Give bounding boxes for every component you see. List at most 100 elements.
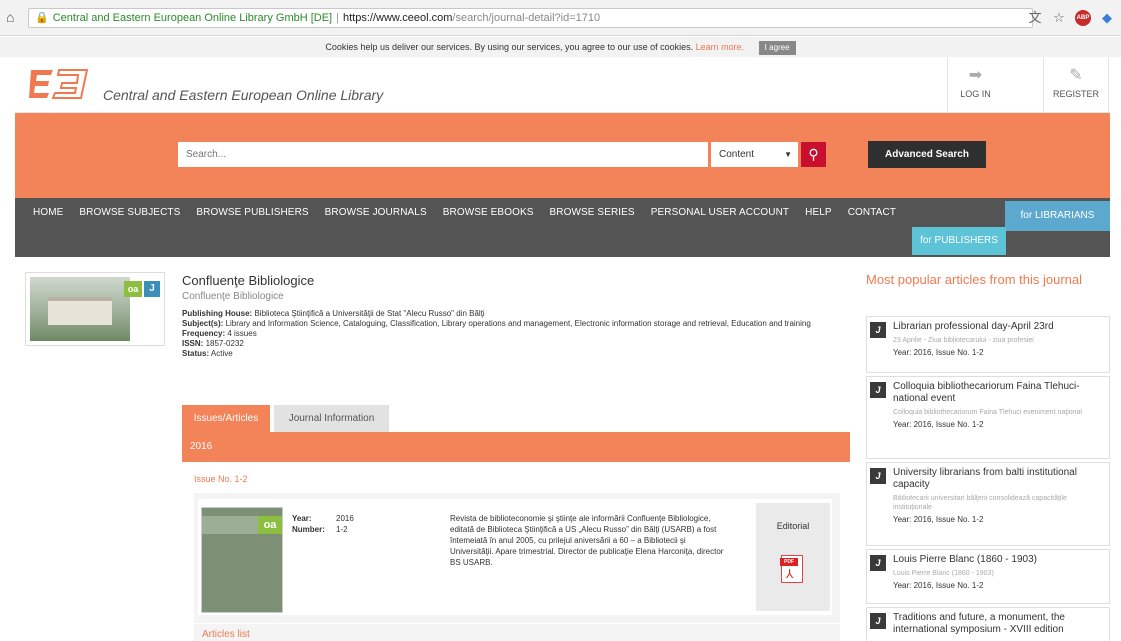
journal-subtitle: Confluenţe Bibliologice xyxy=(182,291,284,302)
popular-article-title[interactable]: Librarian professional day-April 23rd xyxy=(893,321,1105,333)
popular-article-subtitle: Bibliotecarii universitari bălţeni conso… xyxy=(893,495,1067,511)
pdf-icon[interactable]: PDF ⅄ xyxy=(780,555,803,583)
site-name: Central and Eastern European Online Libr… xyxy=(103,87,384,103)
issue-link[interactable]: Issue No. 1-2 xyxy=(194,474,248,484)
issue-panel: oa Year: 2016 Number: 1-2 Revista de bibli… xyxy=(194,493,840,623)
subjects-value: Library and Information Science, Catalog… xyxy=(225,319,811,328)
acrobat-icon: ⅄ xyxy=(786,567,794,581)
cookie-learn-more-link[interactable]: Learn more. xyxy=(696,42,745,52)
popular-article-title[interactable]: Louis Pierre Blanc (1860 - 1903) xyxy=(893,554,1105,566)
login-icon: ➡ xyxy=(968,67,983,84)
journal-thumbnail: oa J xyxy=(25,272,165,346)
popular-article-subtitle: Colloquia bibliothecariorum Faina Tlehuc… xyxy=(893,409,1082,416)
url-path: /search/journal-detail?id=1710 xyxy=(452,12,601,24)
edit-icon: ✎ xyxy=(1069,67,1083,84)
login-label: LOG IN xyxy=(960,89,991,99)
main-navigation: HOME BROWSE SUBJECTS BROWSE PUBLISHERS B… xyxy=(15,198,1110,257)
issue-fields: Year: 2016 Number: 1-2 xyxy=(292,513,354,535)
nav-browse-publishers[interactable]: BROWSE PUBLISHERS xyxy=(188,198,316,228)
register-label: REGISTER xyxy=(1052,89,1099,99)
nav-personal-account[interactable]: PERSONAL USER ACCOUNT xyxy=(643,198,797,228)
site-header: Central and Eastern European Online Libr… xyxy=(15,57,1110,113)
login-button[interactable]: ➡ LOG IN xyxy=(947,57,1003,113)
nav-contact[interactable]: CONTACT xyxy=(840,198,904,228)
status-value: Active xyxy=(210,349,233,358)
search-scope-select[interactable]: Content ▼ xyxy=(711,142,798,167)
publishing-house-label: Publishing House: xyxy=(182,309,253,318)
journal-article-icon: J xyxy=(870,613,886,629)
popular-article-subtitle: Louis Pierre Blanc (1860 - 1903) xyxy=(893,570,994,577)
search-icon: ⚲ xyxy=(808,146,819,162)
address-separator: | xyxy=(336,12,339,24)
chevron-down-icon: ▼ xyxy=(784,150,792,159)
tab-issues-articles[interactable]: Issues/Articles xyxy=(182,405,270,432)
for-publishers-button[interactable]: for PUBLISHERS xyxy=(912,227,1006,255)
editorial-download[interactable]: Editorial PDF ⅄ xyxy=(756,503,830,611)
popular-article[interactable]: J University librarians from balti insti… xyxy=(866,462,1110,546)
frequency-label: Frequency: xyxy=(182,329,226,338)
popular-article[interactable]: J Colloquia bibliothecariorum Faina Tleh… xyxy=(866,376,1110,459)
popular-article-title[interactable]: Colloquia bibliothecariorum Faina Tlehuc… xyxy=(893,381,1105,405)
subjects-label: Subject(s): xyxy=(182,319,224,328)
popular-article-year: Year: 2016, Issue No. 1-2 xyxy=(893,420,984,429)
nav-help[interactable]: HELP xyxy=(797,198,840,228)
cookie-text: Cookies help us deliver our services. By… xyxy=(325,42,694,52)
adblock-icon[interactable]: ABP xyxy=(1075,10,1091,26)
nav-items: HOME BROWSE SUBJECTS BROWSE PUBLISHERS B… xyxy=(15,198,904,228)
journal-article-icon: J xyxy=(870,468,886,484)
popular-article-year: Year: 2016, Issue No. 1-2 xyxy=(893,515,984,524)
nav-browse-series[interactable]: BROWSE SERIES xyxy=(542,198,643,228)
address-bar[interactable]: 🔒 Central and Eastern European Online Lib… xyxy=(28,8,1033,28)
year-header[interactable]: 2016 xyxy=(182,432,850,462)
publishing-house-value[interactable]: Biblioteca Ştiinţifică a Universităţii d… xyxy=(254,309,484,318)
pdf-tag: PDF xyxy=(780,558,798,566)
extension-icon[interactable]: ◆ xyxy=(1099,10,1115,26)
journal-article-icon: J xyxy=(870,555,886,571)
popular-article-title[interactable]: University librarians from balti institu… xyxy=(893,467,1105,491)
search-scope-value: Content xyxy=(719,149,755,160)
nav-browse-subjects[interactable]: BROWSE SUBJECTS xyxy=(71,198,188,228)
issn-value: 1857-0232 xyxy=(205,339,244,348)
browser-toolbar: ⌂ 🔒 Central and Eastern European Online L… xyxy=(0,0,1121,36)
nav-browse-journals[interactable]: BROWSE JOURNALS xyxy=(317,198,435,228)
lock-icon: 🔒 xyxy=(35,12,49,24)
editorial-label: Editorial xyxy=(776,521,810,531)
translate-icon[interactable]: 文 xyxy=(1027,10,1043,26)
issue-number-value: 1-2 xyxy=(336,525,348,534)
issue-cover-image[interactable]: oa xyxy=(201,507,283,613)
nav-home[interactable]: HOME xyxy=(15,198,71,228)
issue-number-label: Number: xyxy=(292,525,325,534)
popular-article[interactable]: J Louis Pierre Blanc (1860 - 1903) Louis… xyxy=(866,549,1110,604)
search-band: Content ▼ ⚲ Advanced Search xyxy=(15,113,1110,198)
status-label: Status: xyxy=(182,349,210,358)
journal-title: Confluenţe Bibliologice xyxy=(182,273,315,288)
search-button[interactable]: ⚲ xyxy=(801,142,826,167)
advanced-search-button[interactable]: Advanced Search xyxy=(868,141,986,168)
popular-article[interactable]: J Librarian professional day-April 23rd … xyxy=(866,316,1110,373)
star-icon[interactable]: ☆ xyxy=(1051,10,1067,26)
journal-metadata: Publishing House: Biblioteca Ştiinţifică… xyxy=(182,309,842,359)
popular-article-year: Year: 2016, Issue No. 1-2 xyxy=(893,581,984,590)
popular-article-title[interactable]: Traditions and future, a monument, the i… xyxy=(893,612,1105,636)
popular-article[interactable]: J Traditions and future, a monument, the… xyxy=(866,607,1110,641)
search-input[interactable] xyxy=(178,142,708,167)
for-librarians-button[interactable]: for LIBRARIANS xyxy=(1005,201,1110,231)
cover-oa-badge: oa xyxy=(258,516,282,534)
journal-photo xyxy=(30,277,130,341)
issn-label: ISSN: xyxy=(182,339,204,348)
popular-articles-title: Most popular articles from this journal xyxy=(866,272,1083,287)
issue-card: oa Year: 2016 Number: 1-2 Revista de bibli… xyxy=(198,499,832,615)
journal-article-icon: J xyxy=(870,322,886,338)
issue-description: Revista de biblioteconomie şi ştiinţe al… xyxy=(450,514,724,567)
popular-article-year: Year: 2016, Issue No. 1-2 xyxy=(893,348,984,357)
nav-browse-ebooks[interactable]: BROWSE EBOOKS xyxy=(435,198,542,228)
tab-journal-information[interactable]: Journal Information xyxy=(274,405,389,432)
popular-article-subtitle: 23 Aprilie - Ziua bibliotecarului - ziua… xyxy=(893,337,1034,344)
home-icon[interactable]: ⌂ xyxy=(6,10,20,24)
ceeol-logo[interactable] xyxy=(27,66,89,102)
issue-year-value: 2016 xyxy=(336,514,354,523)
url-host: https://www.ceeol.com xyxy=(342,12,453,24)
site-identity: Central and Eastern European Online Libr… xyxy=(52,12,333,24)
register-button[interactable]: ✎ REGISTER xyxy=(1043,57,1109,113)
cookie-agree-button[interactable]: I agree xyxy=(758,40,796,55)
